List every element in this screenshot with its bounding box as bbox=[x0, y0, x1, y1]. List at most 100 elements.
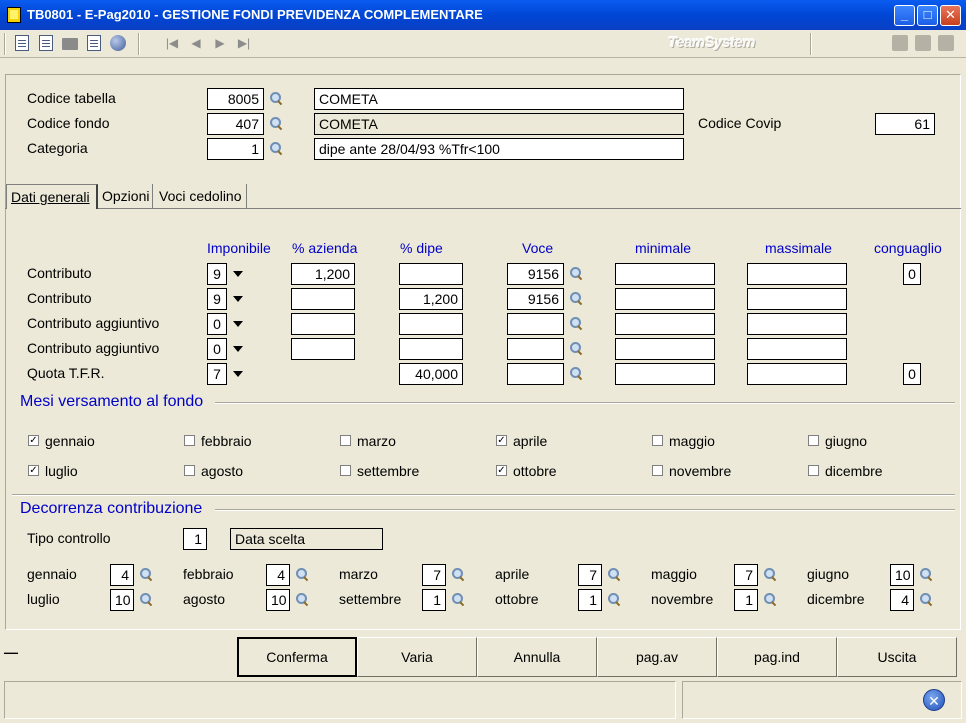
decorrenza-novembre-input[interactable]: 1 bbox=[734, 589, 758, 611]
mese-checkbox-febbraio[interactable] bbox=[184, 435, 195, 446]
decorrenza-lookup-icon[interactable] bbox=[451, 592, 465, 606]
dipe-input[interactable] bbox=[399, 338, 463, 360]
dipe-input[interactable]: 40,000 bbox=[399, 363, 463, 385]
conguaglio-input[interactable]: 0 bbox=[903, 263, 921, 285]
imponibile-select[interactable]: 9 bbox=[207, 288, 227, 310]
categoria-input[interactable]: 1 bbox=[207, 138, 264, 160]
tab-dati-generali[interactable]: Dati generali bbox=[6, 184, 98, 209]
varia-button[interactable]: Varia bbox=[357, 637, 477, 677]
voce-lookup-icon[interactable] bbox=[569, 341, 583, 355]
minimize-button[interactable]: _ bbox=[894, 5, 915, 26]
dropdown-arrow-icon[interactable] bbox=[233, 296, 243, 302]
azienda-input[interactable] bbox=[291, 338, 355, 360]
first-record-icon[interactable]: |◀ bbox=[164, 34, 180, 52]
decorrenza-lookup-icon[interactable] bbox=[919, 567, 933, 581]
conguaglio-input[interactable]: 0 bbox=[903, 363, 921, 385]
dropdown-arrow-icon[interactable] bbox=[233, 346, 243, 352]
minimale-input[interactable] bbox=[615, 288, 715, 310]
mese-checkbox-giugno[interactable] bbox=[808, 435, 819, 446]
decorrenza-luglio-input[interactable]: 10 bbox=[110, 589, 134, 611]
decorrenza-febbraio-input[interactable]: 4 bbox=[266, 564, 290, 586]
voce-input[interactable] bbox=[507, 338, 564, 360]
codice-tabella-input[interactable]: 8005 bbox=[207, 88, 264, 110]
minimale-input[interactable] bbox=[615, 313, 715, 335]
categoria-lookup-icon[interactable] bbox=[269, 141, 283, 155]
voce-input[interactable]: 9156 bbox=[507, 263, 564, 285]
decorrenza-aprile-input[interactable]: 7 bbox=[578, 564, 602, 586]
print-preview-icon[interactable] bbox=[37, 34, 55, 52]
mese-checkbox-dicembre[interactable] bbox=[808, 465, 819, 476]
voce-lookup-icon[interactable] bbox=[569, 291, 583, 305]
massimale-input[interactable] bbox=[747, 313, 847, 335]
decorrenza-ottobre-input[interactable]: 1 bbox=[578, 589, 602, 611]
minimale-input[interactable] bbox=[615, 338, 715, 360]
imponibile-select[interactable]: 0 bbox=[207, 313, 227, 335]
massimale-input[interactable] bbox=[747, 288, 847, 310]
decorrenza-lookup-icon[interactable] bbox=[607, 592, 621, 606]
dipe-input[interactable] bbox=[399, 263, 463, 285]
mese-checkbox-gennaio[interactable]: ✓ bbox=[28, 435, 39, 446]
voce-lookup-icon[interactable] bbox=[569, 266, 583, 280]
azienda-input[interactable] bbox=[291, 288, 355, 310]
azienda-input[interactable] bbox=[291, 313, 355, 335]
mese-checkbox-luglio[interactable]: ✓ bbox=[28, 465, 39, 476]
imponibile-select[interactable]: 7 bbox=[207, 363, 227, 385]
decorrenza-lookup-icon[interactable] bbox=[919, 592, 933, 606]
exit-icon[interactable]: ✕ bbox=[923, 689, 945, 711]
mese-checkbox-novembre[interactable] bbox=[652, 465, 663, 476]
decorrenza-lookup-icon[interactable] bbox=[763, 592, 777, 606]
uscita-button[interactable]: Uscita bbox=[837, 637, 957, 677]
decorrenza-maggio-input[interactable]: 7 bbox=[734, 564, 758, 586]
mese-checkbox-aprile[interactable]: ✓ bbox=[496, 435, 507, 446]
decorrenza-lookup-icon[interactable] bbox=[295, 592, 309, 606]
voce-input[interactable]: 9156 bbox=[507, 288, 564, 310]
azienda-input[interactable]: 1,200 bbox=[291, 263, 355, 285]
codice-fondo-lookup-icon[interactable] bbox=[269, 116, 283, 130]
minimale-input[interactable] bbox=[615, 363, 715, 385]
mese-checkbox-agosto[interactable] bbox=[184, 465, 195, 476]
massimale-input[interactable] bbox=[747, 263, 847, 285]
voce-lookup-icon[interactable] bbox=[569, 316, 583, 330]
tab-opzioni[interactable]: Opzioni bbox=[98, 184, 153, 208]
help-icon[interactable] bbox=[938, 35, 954, 51]
codice-covip-input[interactable]: 61 bbox=[875, 113, 935, 135]
categoria-desc[interactable]: dipe ante 28/04/93 %Tfr<100 bbox=[314, 138, 684, 160]
new-document-icon[interactable] bbox=[13, 34, 31, 52]
decorrenza-marzo-input[interactable]: 7 bbox=[422, 564, 446, 586]
annulla-button[interactable]: Annulla bbox=[477, 637, 597, 677]
decorrenza-lookup-icon[interactable] bbox=[607, 567, 621, 581]
folder-icon[interactable] bbox=[61, 34, 79, 52]
pag-av-button[interactable]: pag.av bbox=[597, 637, 717, 677]
decorrenza-lookup-icon[interactable] bbox=[295, 567, 309, 581]
dropdown-arrow-icon[interactable] bbox=[233, 371, 243, 377]
globe-icon[interactable] bbox=[109, 34, 127, 52]
dropdown-arrow-icon[interactable] bbox=[233, 321, 243, 327]
mese-checkbox-ottobre[interactable]: ✓ bbox=[496, 465, 507, 476]
decorrenza-giugno-input[interactable]: 10 bbox=[890, 564, 914, 586]
last-record-icon[interactable]: ▶| bbox=[236, 34, 252, 52]
minimale-input[interactable] bbox=[615, 263, 715, 285]
mese-checkbox-marzo[interactable] bbox=[340, 435, 351, 446]
codice-tabella-lookup-icon[interactable] bbox=[269, 91, 283, 105]
codice-tabella-desc[interactable]: COMETA bbox=[314, 88, 684, 110]
codice-fondo-input[interactable]: 407 bbox=[207, 113, 264, 135]
voce-input[interactable] bbox=[507, 363, 564, 385]
dipe-input[interactable]: 1,200 bbox=[399, 288, 463, 310]
next-record-icon[interactable]: ▶ bbox=[212, 34, 228, 52]
decorrenza-settembre-input[interactable]: 1 bbox=[422, 589, 446, 611]
decorrenza-lookup-icon[interactable] bbox=[451, 567, 465, 581]
maximize-button[interactable]: □ bbox=[917, 5, 938, 26]
massimale-input[interactable] bbox=[747, 363, 847, 385]
dropdown-arrow-icon[interactable] bbox=[233, 271, 243, 277]
mese-checkbox-settembre[interactable] bbox=[340, 465, 351, 476]
prev-record-icon[interactable]: ◀ bbox=[188, 34, 204, 52]
imponibile-select[interactable]: 0 bbox=[207, 338, 227, 360]
notes-icon[interactable] bbox=[892, 35, 908, 51]
tipo-controllo-input[interactable]: 1 bbox=[183, 528, 207, 550]
pag-ind-button[interactable]: pag.ind bbox=[717, 637, 837, 677]
decorrenza-agosto-input[interactable]: 10 bbox=[266, 589, 290, 611]
export-icon[interactable] bbox=[85, 34, 103, 52]
voce-input[interactable] bbox=[507, 313, 564, 335]
decorrenza-lookup-icon[interactable] bbox=[763, 567, 777, 581]
mese-checkbox-maggio[interactable] bbox=[652, 435, 663, 446]
